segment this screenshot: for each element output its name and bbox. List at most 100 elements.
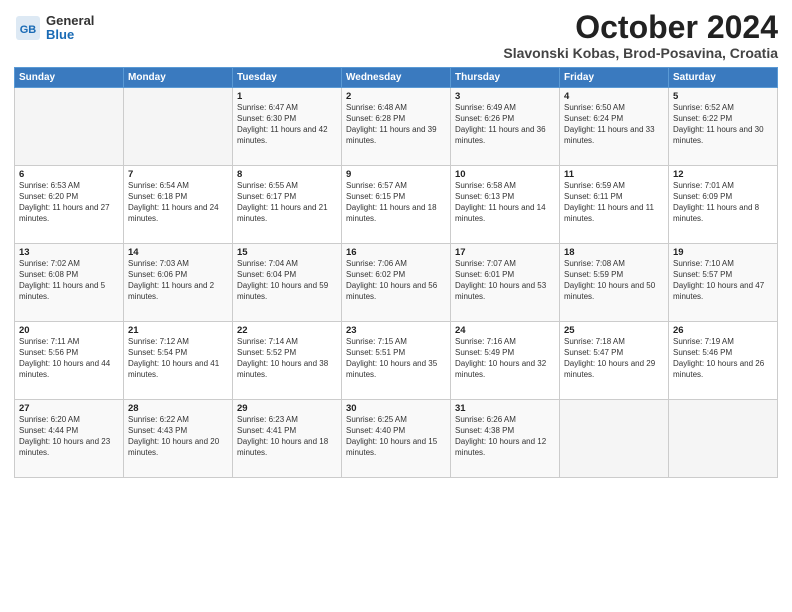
day-number: 26 — [673, 325, 773, 336]
day-number: 17 — [455, 247, 555, 258]
calendar-cell: 11Sunrise: 6:59 AMSunset: 6:11 PMDayligh… — [560, 166, 669, 244]
day-number: 13 — [19, 247, 119, 258]
day-number: 30 — [346, 403, 446, 414]
calendar-cell: 21Sunrise: 7:12 AMSunset: 5:54 PMDayligh… — [124, 322, 233, 400]
calendar-cell: 9Sunrise: 6:57 AMSunset: 6:15 PMDaylight… — [342, 166, 451, 244]
day-content: Sunrise: 6:49 AMSunset: 6:26 PMDaylight:… — [455, 103, 555, 146]
day-content: Sunrise: 7:14 AMSunset: 5:52 PMDaylight:… — [237, 337, 337, 380]
calendar-cell: 17Sunrise: 7:07 AMSunset: 6:01 PMDayligh… — [451, 244, 560, 322]
day-content: Sunrise: 6:55 AMSunset: 6:17 PMDaylight:… — [237, 181, 337, 224]
day-number: 8 — [237, 169, 337, 180]
page-header: GB General Blue October 2024 Slavonski K… — [14, 10, 778, 61]
calendar-cell: 28Sunrise: 6:22 AMSunset: 4:43 PMDayligh… — [124, 400, 233, 478]
day-number: 14 — [128, 247, 228, 258]
calendar-cell: 12Sunrise: 7:01 AMSunset: 6:09 PMDayligh… — [669, 166, 778, 244]
weekday-header: Saturday — [669, 68, 778, 88]
calendar-cell: 2Sunrise: 6:48 AMSunset: 6:28 PMDaylight… — [342, 88, 451, 166]
day-number: 12 — [673, 169, 773, 180]
weekday-header: Friday — [560, 68, 669, 88]
day-number: 27 — [19, 403, 119, 414]
calendar-cell — [560, 400, 669, 478]
day-content: Sunrise: 7:15 AMSunset: 5:51 PMDaylight:… — [346, 337, 446, 380]
calendar-cell: 8Sunrise: 6:55 AMSunset: 6:17 PMDaylight… — [233, 166, 342, 244]
day-number: 16 — [346, 247, 446, 258]
calendar-cell: 14Sunrise: 7:03 AMSunset: 6:06 PMDayligh… — [124, 244, 233, 322]
svg-text:GB: GB — [20, 24, 37, 36]
day-content: Sunrise: 7:12 AMSunset: 5:54 PMDaylight:… — [128, 337, 228, 380]
calendar-cell: 25Sunrise: 7:18 AMSunset: 5:47 PMDayligh… — [560, 322, 669, 400]
day-content: Sunrise: 6:57 AMSunset: 6:15 PMDaylight:… — [346, 181, 446, 224]
logo-blue-text: Blue — [46, 28, 94, 42]
day-content: Sunrise: 6:50 AMSunset: 6:24 PMDaylight:… — [564, 103, 664, 146]
day-number: 5 — [673, 91, 773, 102]
calendar-cell: 3Sunrise: 6:49 AMSunset: 6:26 PMDaylight… — [451, 88, 560, 166]
day-content: Sunrise: 7:10 AMSunset: 5:57 PMDaylight:… — [673, 259, 773, 302]
day-content: Sunrise: 7:03 AMSunset: 6:06 PMDaylight:… — [128, 259, 228, 302]
day-number: 3 — [455, 91, 555, 102]
calendar-cell: 19Sunrise: 7:10 AMSunset: 5:57 PMDayligh… — [669, 244, 778, 322]
calendar-week-row: 13Sunrise: 7:02 AMSunset: 6:08 PMDayligh… — [15, 244, 778, 322]
day-content: Sunrise: 7:08 AMSunset: 5:59 PMDaylight:… — [564, 259, 664, 302]
day-content: Sunrise: 6:59 AMSunset: 6:11 PMDaylight:… — [564, 181, 664, 224]
day-content: Sunrise: 6:53 AMSunset: 6:20 PMDaylight:… — [19, 181, 119, 224]
calendar-cell: 1Sunrise: 6:47 AMSunset: 6:30 PMDaylight… — [233, 88, 342, 166]
month-title: October 2024 — [503, 10, 778, 45]
calendar-cell: 15Sunrise: 7:04 AMSunset: 6:04 PMDayligh… — [233, 244, 342, 322]
day-number: 10 — [455, 169, 555, 180]
day-content: Sunrise: 7:04 AMSunset: 6:04 PMDaylight:… — [237, 259, 337, 302]
calendar-cell: 27Sunrise: 6:20 AMSunset: 4:44 PMDayligh… — [15, 400, 124, 478]
calendar-cell: 16Sunrise: 7:06 AMSunset: 6:02 PMDayligh… — [342, 244, 451, 322]
day-content: Sunrise: 7:18 AMSunset: 5:47 PMDaylight:… — [564, 337, 664, 380]
day-content: Sunrise: 6:48 AMSunset: 6:28 PMDaylight:… — [346, 103, 446, 146]
calendar-cell: 30Sunrise: 6:25 AMSunset: 4:40 PMDayligh… — [342, 400, 451, 478]
calendar-cell: 7Sunrise: 6:54 AMSunset: 6:18 PMDaylight… — [124, 166, 233, 244]
day-number: 7 — [128, 169, 228, 180]
calendar-cell: 31Sunrise: 6:26 AMSunset: 4:38 PMDayligh… — [451, 400, 560, 478]
day-number: 31 — [455, 403, 555, 414]
location-subtitle: Slavonski Kobas, Brod-Posavina, Croatia — [503, 45, 778, 61]
calendar-cell: 18Sunrise: 7:08 AMSunset: 5:59 PMDayligh… — [560, 244, 669, 322]
calendar-cell: 24Sunrise: 7:16 AMSunset: 5:49 PMDayligh… — [451, 322, 560, 400]
calendar-cell: 23Sunrise: 7:15 AMSunset: 5:51 PMDayligh… — [342, 322, 451, 400]
calendar-cell: 5Sunrise: 6:52 AMSunset: 6:22 PMDaylight… — [669, 88, 778, 166]
calendar-cell: 20Sunrise: 7:11 AMSunset: 5:56 PMDayligh… — [15, 322, 124, 400]
day-content: Sunrise: 6:22 AMSunset: 4:43 PMDaylight:… — [128, 415, 228, 458]
day-content: Sunrise: 7:16 AMSunset: 5:49 PMDaylight:… — [455, 337, 555, 380]
logo: GB General Blue — [14, 14, 94, 43]
weekday-header: Monday — [124, 68, 233, 88]
day-number: 29 — [237, 403, 337, 414]
day-content: Sunrise: 6:26 AMSunset: 4:38 PMDaylight:… — [455, 415, 555, 458]
day-number: 6 — [19, 169, 119, 180]
calendar-cell — [669, 400, 778, 478]
calendar-cell: 4Sunrise: 6:50 AMSunset: 6:24 PMDaylight… — [560, 88, 669, 166]
calendar-cell: 6Sunrise: 6:53 AMSunset: 6:20 PMDaylight… — [15, 166, 124, 244]
calendar-cell: 13Sunrise: 7:02 AMSunset: 6:08 PMDayligh… — [15, 244, 124, 322]
day-content: Sunrise: 6:47 AMSunset: 6:30 PMDaylight:… — [237, 103, 337, 146]
weekday-header: Wednesday — [342, 68, 451, 88]
calendar-week-row: 20Sunrise: 7:11 AMSunset: 5:56 PMDayligh… — [15, 322, 778, 400]
day-number: 1 — [237, 91, 337, 102]
day-number: 2 — [346, 91, 446, 102]
calendar-cell — [124, 88, 233, 166]
logo-icon: GB — [14, 14, 42, 42]
day-content: Sunrise: 7:19 AMSunset: 5:46 PMDaylight:… — [673, 337, 773, 380]
calendar-cell — [15, 88, 124, 166]
day-number: 28 — [128, 403, 228, 414]
day-content: Sunrise: 6:25 AMSunset: 4:40 PMDaylight:… — [346, 415, 446, 458]
day-content: Sunrise: 7:07 AMSunset: 6:01 PMDaylight:… — [455, 259, 555, 302]
day-content: Sunrise: 6:54 AMSunset: 6:18 PMDaylight:… — [128, 181, 228, 224]
day-content: Sunrise: 6:23 AMSunset: 4:41 PMDaylight:… — [237, 415, 337, 458]
day-number: 4 — [564, 91, 664, 102]
calendar-cell: 29Sunrise: 6:23 AMSunset: 4:41 PMDayligh… — [233, 400, 342, 478]
calendar-week-row: 1Sunrise: 6:47 AMSunset: 6:30 PMDaylight… — [15, 88, 778, 166]
calendar-cell: 10Sunrise: 6:58 AMSunset: 6:13 PMDayligh… — [451, 166, 560, 244]
day-content: Sunrise: 7:06 AMSunset: 6:02 PMDaylight:… — [346, 259, 446, 302]
weekday-header: Sunday — [15, 68, 124, 88]
calendar-cell: 22Sunrise: 7:14 AMSunset: 5:52 PMDayligh… — [233, 322, 342, 400]
day-content: Sunrise: 6:58 AMSunset: 6:13 PMDaylight:… — [455, 181, 555, 224]
day-number: 19 — [673, 247, 773, 258]
logo-general-text: General — [46, 14, 94, 28]
day-content: Sunrise: 7:11 AMSunset: 5:56 PMDaylight:… — [19, 337, 119, 380]
day-number: 22 — [237, 325, 337, 336]
day-number: 9 — [346, 169, 446, 180]
